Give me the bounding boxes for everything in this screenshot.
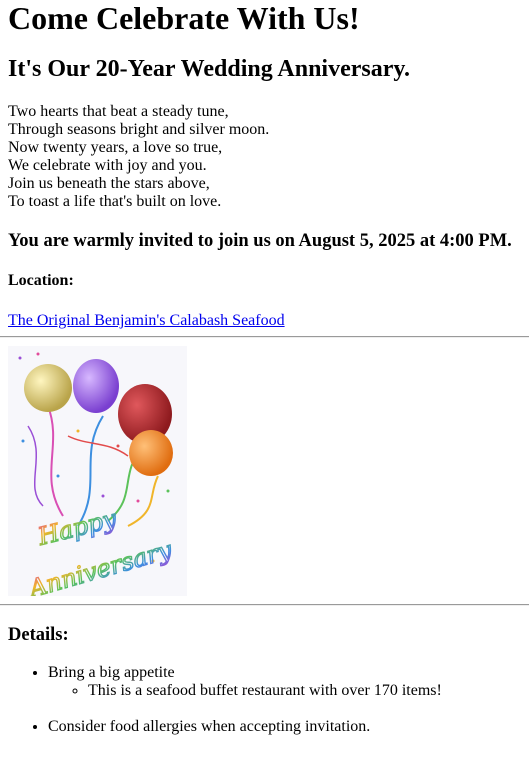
confetti <box>36 352 40 356</box>
confetti <box>136 499 140 503</box>
poem: Two hearts that beat a steady tune, Thro… <box>8 103 521 211</box>
confetti <box>116 444 120 448</box>
details-list: Bring a big appetite This is a seafood b… <box>8 664 521 736</box>
location-link[interactable]: The Original Benjamin's Calabash Seafood <box>8 312 285 330</box>
invitation-statement: You are warmly invited to join us on Aug… <box>8 231 512 251</box>
divider <box>0 604 529 606</box>
divider <box>0 336 529 338</box>
list-item-text: Bring a big appetite <box>48 664 175 681</box>
invitation-page: Come Celebrate With Us! It's Our 20-Year… <box>0 0 529 330</box>
confetti <box>166 489 170 493</box>
anniversary-balloons-image: Happy Anniversary <box>8 346 187 596</box>
poem-line: Two hearts that beat a steady tune, <box>8 103 229 120</box>
page-subtitle: It's Our 20-Year Wedding Anniversary. <box>8 56 411 82</box>
poem-line: We celebrate with joy and you. <box>8 157 207 174</box>
location-label: Location: <box>8 272 74 289</box>
list-item: Consider food allergies when accepting i… <box>48 718 521 736</box>
confetti <box>56 474 60 478</box>
poem-line: Now twenty years, a love so true, <box>8 139 223 156</box>
confetti <box>101 494 105 498</box>
details-heading: Details: <box>8 625 69 645</box>
gold-balloon <box>24 364 72 412</box>
sub-list: This is a seafood buffet restaurant with… <box>48 682 521 700</box>
card-section: Happy Anniversary <box>0 346 529 596</box>
confetti <box>76 429 80 433</box>
confetti <box>18 356 22 360</box>
poem-line: Join us beneath the stars above, <box>8 175 210 192</box>
poem-line: To toast a life that's built on love. <box>8 193 222 210</box>
purple-balloon <box>73 359 119 413</box>
poem-line: Through seasons bright and silver moon. <box>8 121 270 138</box>
page-title: Come Celebrate With Us! <box>8 0 360 36</box>
orange-balloon <box>129 430 173 476</box>
details-section: Details: Bring a big appetite This is a … <box>0 624 529 736</box>
confetti <box>21 439 25 443</box>
sub-list-item: This is a seafood buffet restaurant with… <box>88 682 521 700</box>
list-item: Bring a big appetite This is a seafood b… <box>48 664 521 700</box>
